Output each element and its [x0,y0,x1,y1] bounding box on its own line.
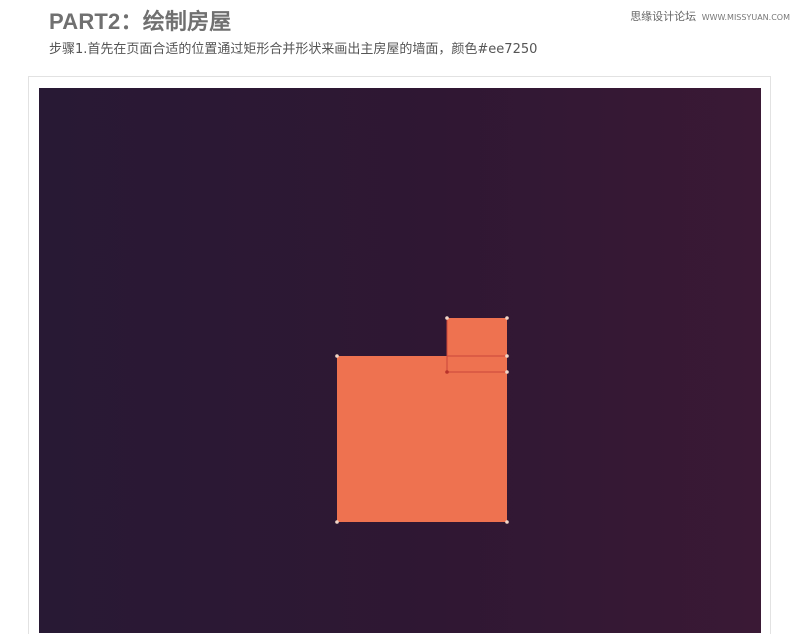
watermark: 思缘设计论坛 WWW.MISSYUAN.COM [630,8,790,24]
watermark-site: WWW.MISSYUAN.COM [701,13,790,22]
top-block-rect [447,318,507,372]
design-canvas [39,88,761,633]
anchor-point[interactable] [445,316,449,320]
main-wall-rect [337,356,507,522]
page-title: PART2：绘制房屋 [49,9,232,34]
house-wall-illustration [335,316,509,524]
anchor-point-selected[interactable] [445,370,449,374]
step-description: 步骤1.首先在页面合适的位置通过矩形合并形状来画出主房屋的墙面，颜色#ee725… [49,42,538,57]
anchor-point[interactable] [505,370,509,374]
anchor-point[interactable] [505,354,509,358]
anchor-point[interactable] [335,354,339,358]
anchor-point[interactable] [335,520,339,524]
watermark-text: 思缘设计论坛 [630,10,697,23]
anchor-point[interactable] [505,520,509,524]
anchor-point[interactable] [505,316,509,320]
